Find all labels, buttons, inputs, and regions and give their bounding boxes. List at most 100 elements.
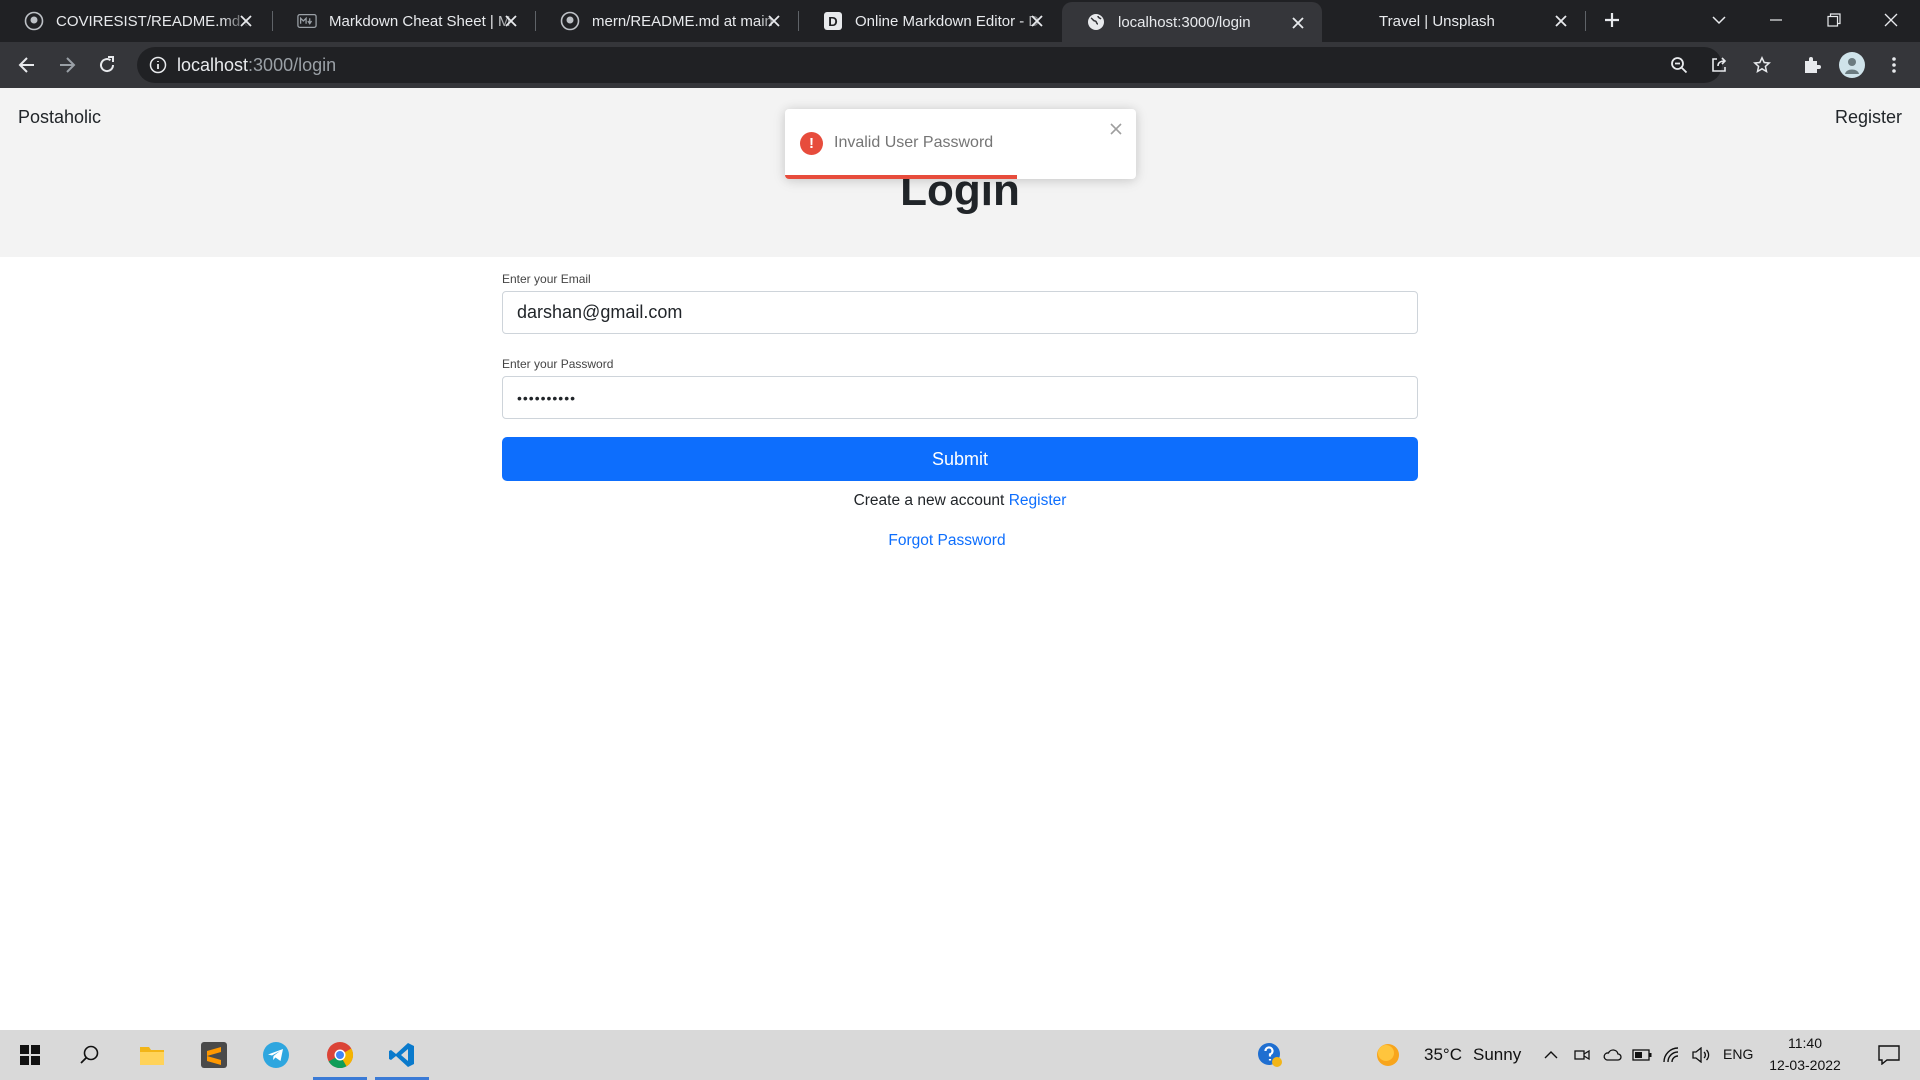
reload-button[interactable] [91,49,123,81]
browser-toolbar: localhost:3000/login [0,42,1920,88]
submit-button[interactable]: Submit [502,437,1418,481]
password-value: •••••••••• [517,389,577,406]
minimize-button[interactable] [1747,0,1805,40]
tab-title: mern/README.md at main [592,12,773,30]
chrome-menu-button[interactable] [1878,49,1910,81]
zoom-icon [1671,57,1688,74]
address-bar[interactable]: localhost:3000/login [137,47,1727,83]
toast-message: Invalid User Password [834,134,994,151]
start-button[interactable] [0,1030,60,1080]
clock-time[interactable]: 11:40 [1770,1035,1840,1051]
chrome-button[interactable] [310,1030,370,1080]
password-input[interactable]: •••••••••• [502,376,1418,419]
windows-taskbar: 35°C Sunny ENG 11:40 12-03-2022 [0,1030,1920,1080]
browser-tab-strip: COVIRESIST/README.md at Markdown Cheat S… [0,0,1920,42]
page-header: Postaholic Register Login ! Invalid User… [0,88,1920,257]
url-text[interactable]: localhost:3000/login [177,55,336,76]
close-icon [1884,13,1898,27]
forgot-password-link[interactable]: Forgot Password [888,532,1005,549]
close-tab-icon[interactable] [1551,11,1571,31]
battery-icon [1632,1049,1652,1061]
tab-travel-unsplash[interactable]: Travel | Unsplash [1323,0,1585,42]
input-language[interactable]: ENG [1723,1046,1753,1062]
register-link[interactable]: Register [1009,492,1067,509]
close-tab-icon[interactable] [1288,13,1308,33]
email-label: Enter your Email [502,272,591,286]
close-icon[interactable] [1108,121,1124,137]
search-icon [80,1045,99,1064]
folder-icon [140,1047,164,1065]
volume-tray[interactable] [1688,1030,1716,1080]
restore-button[interactable] [1805,0,1863,40]
weather-widget[interactable] [1373,1030,1403,1080]
extensions-button[interactable] [1796,49,1828,81]
profile-avatar[interactable] [1836,49,1868,81]
unsplash-icon [1347,11,1367,31]
back-button[interactable] [11,49,43,81]
email-input[interactable]: darshan@gmail.com [502,291,1418,334]
tab-online-markdown-editor[interactable]: D Online Markdown Editor - D [799,0,1061,42]
tab-title: Online Markdown Editor - D [855,12,1040,30]
github-icon [560,11,580,31]
minimize-icon [1770,19,1782,21]
tab-search-button[interactable] [1690,0,1748,40]
help-tray-icon[interactable] [1240,1030,1300,1080]
wifi-tray[interactable] [1658,1030,1686,1080]
email-value: darshan@gmail.com [517,302,683,322]
share-button[interactable] [1703,49,1735,81]
windows-icon [20,1045,40,1065]
forgot-password-row: Forgot Password [502,532,1418,550]
nav-register-link[interactable]: Register [1835,107,1902,128]
tab-title: COVIRESIST/README.md at [56,12,251,30]
error-toast[interactable]: ! Invalid User Password [785,109,1136,179]
tab-coviresist[interactable]: COVIRESIST/README.md at [0,0,270,42]
help-icon [1258,1043,1282,1067]
taskbar-search-button[interactable] [60,1030,120,1080]
create-account-row: Create a new account Register [502,492,1418,510]
star-icon [1753,56,1771,74]
vscode-icon [389,1043,414,1067]
markdown-icon [297,11,317,31]
onedrive-tray[interactable] [1598,1030,1626,1080]
new-tab-button[interactable] [1596,4,1628,36]
close-tab-icon[interactable] [1027,11,1047,31]
meet-now-tray[interactable] [1568,1030,1596,1080]
forward-button[interactable] [51,49,83,81]
vscode-button[interactable] [372,1030,432,1080]
share-icon [1712,57,1727,72]
avatar-icon [1839,52,1865,78]
show-hidden-icons[interactable] [1537,1030,1565,1080]
zoom-button[interactable] [1663,49,1695,81]
tab-markdown-cheat-sheet[interactable]: Markdown Cheat Sheet | M [273,0,535,42]
brand-link[interactable]: Postaholic [18,107,101,128]
close-tab-icon[interactable] [501,11,521,31]
clock-date[interactable]: 12-03-2022 [1767,1057,1843,1073]
sublime-text-button[interactable] [184,1030,244,1080]
chevron-down-icon [1712,16,1726,25]
notification-center-button[interactable] [1864,1030,1914,1080]
error-icon: ! [800,132,823,155]
file-explorer-button[interactable] [122,1030,182,1080]
weather-condition: Sunny [1473,1045,1522,1064]
info-icon[interactable] [149,56,167,74]
bookmark-button[interactable] [1746,49,1778,81]
tab-title: Markdown Cheat Sheet | M [329,12,511,30]
tab-title: Travel | Unsplash [1379,12,1495,30]
close-window-button[interactable] [1862,0,1920,40]
create-account-text: Create a new account [853,492,1005,509]
tab-localhost-login[interactable]: localhost:3000/login [1062,2,1322,42]
chrome-icon [327,1042,354,1069]
wifi-icon [1663,1047,1679,1063]
battery-tray[interactable] [1628,1030,1656,1080]
plus-icon [1605,13,1619,27]
telegram-button[interactable] [246,1030,306,1080]
sublime-icon [201,1042,227,1068]
tab-mern-readme[interactable]: mern/README.md at main [536,0,798,42]
close-tab-icon[interactable] [236,11,256,31]
puzzle-icon [1805,57,1821,73]
globe-icon [1086,12,1106,32]
page-content: Postaholic Register Login ! Invalid User… [0,88,1920,1030]
more-vertical-icon [1892,57,1896,73]
notification-icon [1878,1045,1900,1065]
close-tab-icon[interactable] [764,11,784,31]
